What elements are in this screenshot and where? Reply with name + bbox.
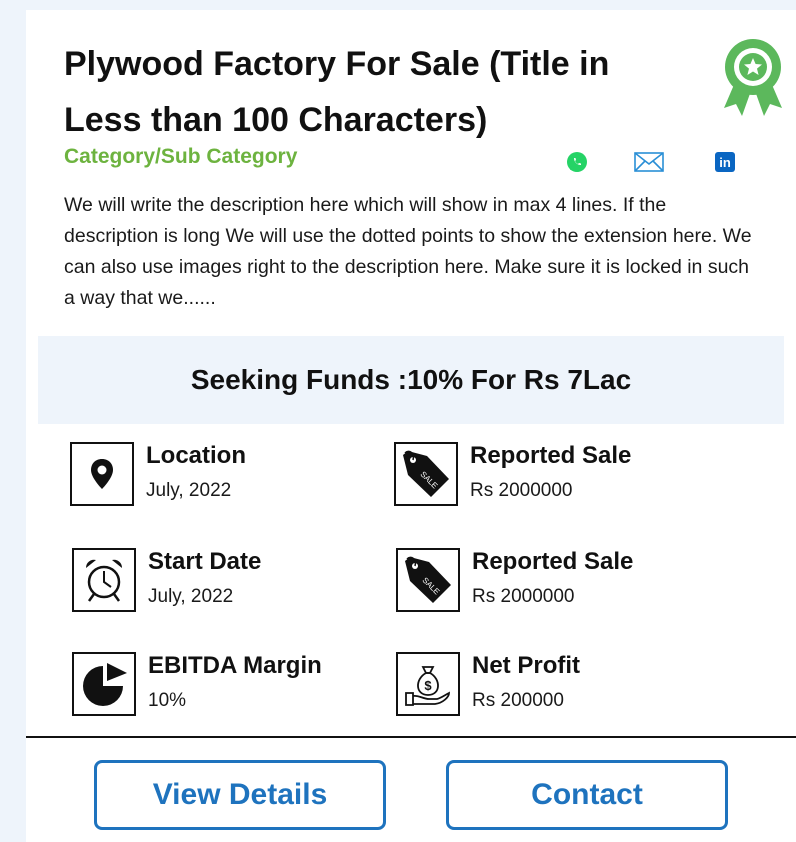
stat-value: Rs 200000	[472, 690, 564, 711]
contact-button[interactable]: Contact	[446, 760, 728, 830]
stat-value: Rs 2000000	[470, 480, 573, 501]
stat-label: Reported Sale	[470, 442, 632, 469]
listing-title: Plywood Factory For Sale (Title in Less …	[64, 45, 610, 139]
alarm-clock-icon	[72, 548, 136, 612]
svg-text:in: in	[719, 155, 731, 170]
money-bag-icon: $	[396, 652, 460, 716]
stat-value: 10%	[148, 690, 187, 711]
linkedin-icon[interactable]: in	[714, 150, 736, 174]
category-label: Category/Sub Category	[64, 145, 298, 168]
stat-start-date: Start Date July, 2022	[72, 548, 402, 620]
stat-value: July, 2022	[146, 480, 232, 501]
location-pin-icon	[70, 442, 134, 506]
stat-ebitda-margin: EBITDA Margin 10%	[72, 652, 402, 724]
stat-reported-sale: SALE Reported Sale Rs 2000000	[394, 442, 724, 514]
mail-icon[interactable]	[634, 150, 664, 174]
view-details-button[interactable]: View Details	[94, 760, 386, 830]
stat-value: July, 2022	[148, 586, 234, 607]
listing-card: Plywood Factory For Sale (Title in Less …	[26, 10, 796, 842]
award-badge-icon	[722, 38, 784, 118]
sale-tag-icon: SALE	[394, 442, 458, 506]
svg-text:$: $	[424, 678, 432, 693]
stat-reported-sale: SALE Reported Sale Rs 2000000	[396, 548, 726, 620]
stat-label: Reported Sale	[472, 548, 634, 575]
stat-label: Start Date	[148, 548, 262, 575]
divider	[26, 736, 796, 738]
stat-label: Net Profit	[472, 652, 580, 679]
stat-value: Rs 2000000	[472, 586, 575, 607]
whatsapp-icon[interactable]	[566, 150, 588, 174]
pie-chart-icon	[72, 652, 136, 716]
stat-label: Location	[146, 442, 246, 469]
stat-location: Location July, 2022	[70, 442, 400, 514]
sale-tag-icon: SALE	[396, 548, 460, 612]
funding-banner: Seeking Funds :10% For Rs 7Lac	[38, 336, 784, 424]
stat-net-profit: $ Net Profit Rs 200000	[396, 652, 726, 724]
stat-label: EBITDA Margin	[148, 652, 322, 679]
listing-description: We will write the description here which…	[64, 194, 752, 309]
